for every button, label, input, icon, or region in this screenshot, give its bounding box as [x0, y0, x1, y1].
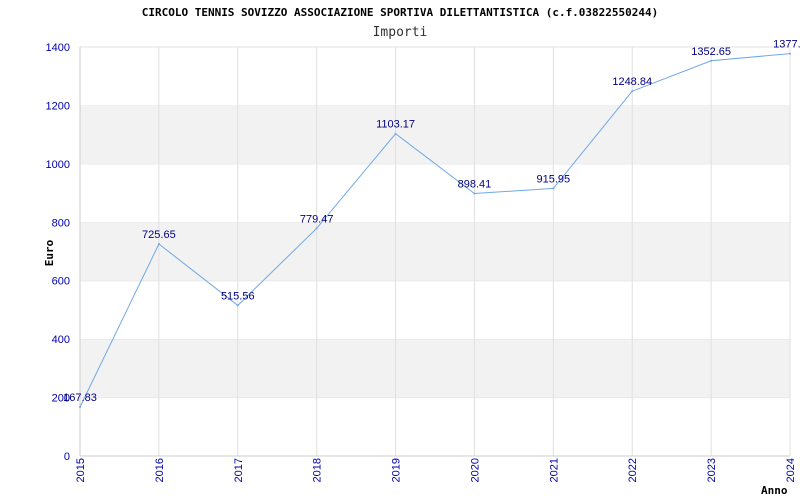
data-label: 1377.3	[773, 39, 800, 51]
x-tick-label: 2021	[548, 458, 560, 482]
x-tick-label: 2017	[233, 458, 245, 482]
data-point	[157, 243, 160, 246]
data-point	[552, 187, 555, 190]
y-tick-label: 600	[52, 276, 70, 288]
y-tick-label: 1200	[46, 100, 70, 112]
x-tick-label: 2015	[75, 458, 87, 482]
grid-band	[80, 222, 790, 281]
y-tick-label: 800	[52, 217, 70, 229]
grid-band	[80, 397, 790, 456]
y-tick-label: 1400	[46, 42, 70, 54]
x-tick-label: 2018	[312, 458, 324, 482]
x-axis-label: Anno	[761, 484, 788, 497]
grid-band	[80, 105, 790, 164]
data-point	[315, 227, 318, 230]
data-label: 898.41	[458, 179, 492, 191]
y-tick-label: 0	[64, 451, 70, 463]
data-label: 167.83	[63, 392, 97, 404]
x-tick-label: 2019	[391, 458, 403, 482]
data-point	[394, 132, 397, 135]
data-point	[79, 405, 81, 408]
data-label: 1248.84	[612, 76, 652, 88]
grid-band	[80, 163, 790, 223]
y-tick-label: 1000	[46, 159, 70, 171]
data-label: 515.56	[221, 290, 255, 302]
data-point	[236, 304, 239, 307]
x-tick-label: 2022	[627, 458, 639, 482]
data-point	[631, 90, 634, 93]
data-label: 1352.65	[691, 46, 731, 58]
data-point	[710, 59, 713, 62]
grid-band	[80, 280, 790, 340]
grid-band	[80, 47, 790, 106]
data-label: 725.65	[142, 229, 176, 241]
x-tick-label: 2023	[706, 458, 718, 482]
x-tick-label: 2016	[154, 458, 166, 482]
x-tick-label: 2020	[469, 458, 481, 482]
chart: CIRCOLO TENNIS SOVIZZO ASSOCIAZIONE SPOR…	[0, 0, 800, 500]
y-tick-label: 400	[52, 334, 70, 346]
x-tick-label: 2024	[785, 458, 797, 482]
y-axis-label: Euro	[43, 239, 56, 266]
data-point	[473, 192, 476, 195]
data-label: 1103.17	[376, 119, 415, 131]
grid-band	[80, 339, 790, 398]
plot-area: 02004006008001000120014002015 2016 2017 201…	[43, 39, 800, 497]
data-label: 779.47	[300, 213, 334, 225]
data-label: 915.95	[537, 173, 571, 185]
data-point	[789, 52, 791, 55]
